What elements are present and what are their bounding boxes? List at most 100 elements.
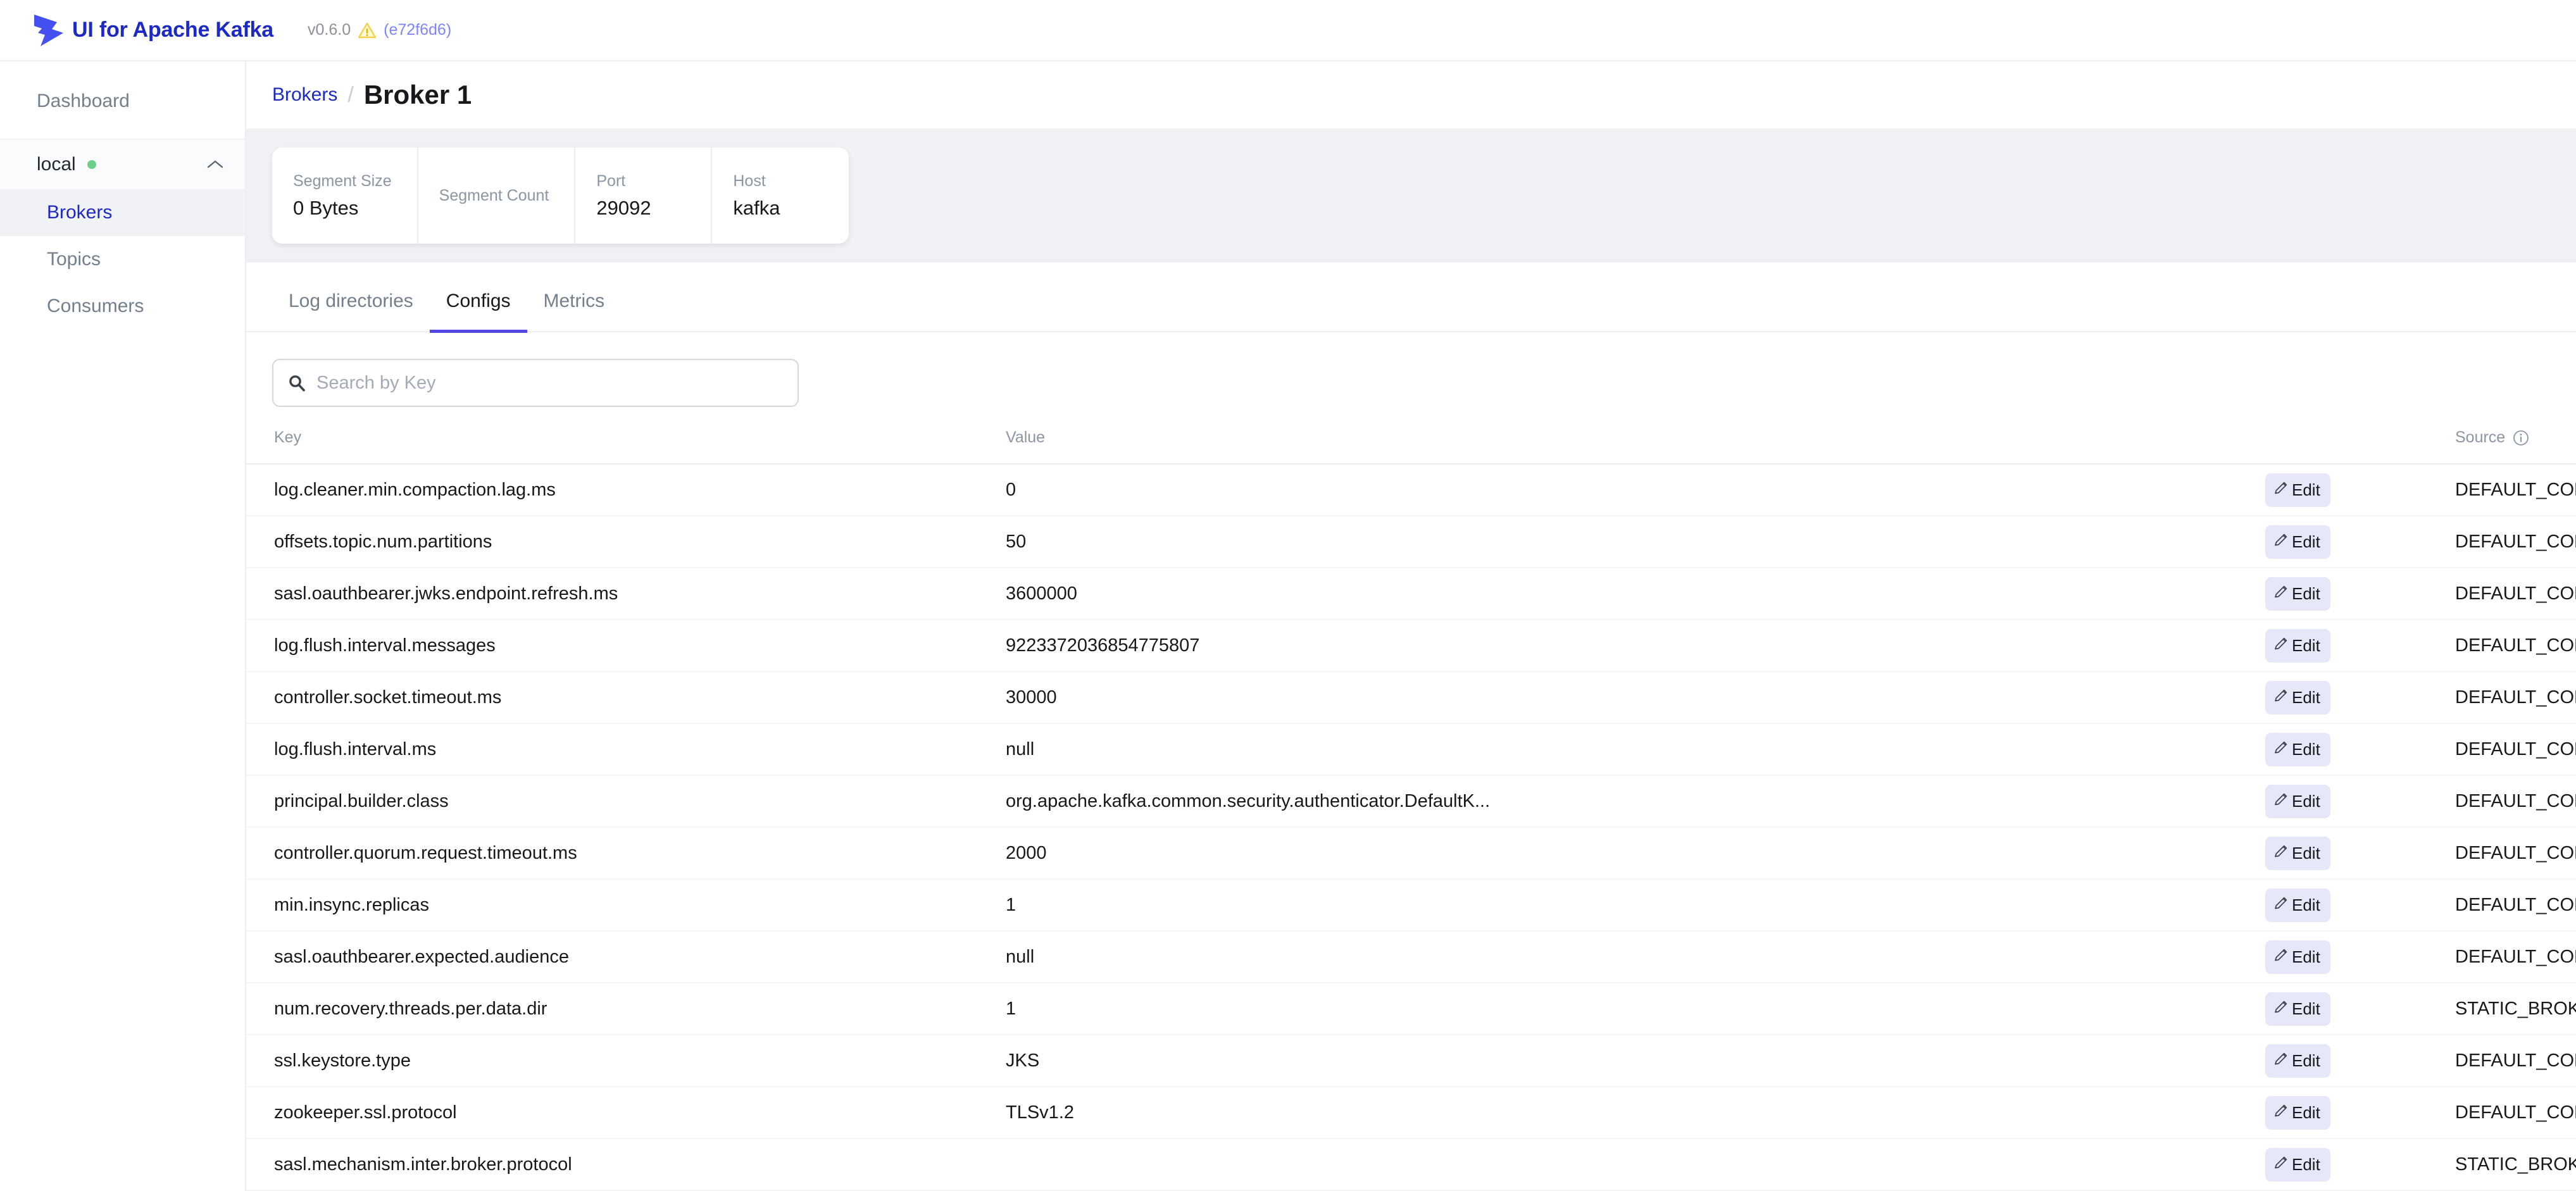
table-row: num.recovery.threads.per.data.dir1EditST… — [246, 983, 2576, 1035]
column-header-source-label: Source — [2455, 428, 2505, 447]
edit-button[interactable]: Edit — [2265, 1044, 2330, 1078]
cluster-name: local — [37, 154, 76, 175]
config-source: STATIC_BROKER_CONFIG — [2455, 1138, 2576, 1190]
config-value: 1 — [1006, 983, 2265, 1035]
config-value: 0 — [1006, 464, 2265, 516]
tab-configs[interactable]: Configs — [430, 268, 527, 333]
config-value: TLSv1.2 — [1006, 1087, 2265, 1138]
edit-button[interactable]: Edit — [2265, 577, 2330, 611]
config-source: DEFAULT_CONFIG — [2455, 931, 2576, 983]
configs-table: Key Value Source — [246, 428, 2576, 1191]
config-key: zookeeper.ssl.protocol — [246, 1087, 1006, 1138]
config-key: ssl.keystore.type — [246, 1035, 1006, 1087]
config-source: DEFAULT_CONFIG — [2455, 516, 2576, 568]
config-key: sasl.oauthbearer.jwks.endpoint.refresh.m… — [246, 568, 1006, 620]
edit-button[interactable]: Edit — [2265, 1096, 2330, 1130]
main-content: Brokers / Broker 1 Segment Size 0 Bytes … — [246, 61, 2576, 1191]
config-key: controller.quorum.request.timeout.ms — [246, 827, 1006, 879]
config-key: log.flush.interval.ms — [246, 723, 1006, 775]
config-key: min.insync.replicas — [246, 879, 1006, 931]
edit-button[interactable]: Edit — [2265, 681, 2330, 714]
edit-button[interactable]: Edit — [2265, 733, 2330, 766]
config-source: DEFAULT_CONFIG — [2455, 464, 2576, 516]
version-text: v0.6.0 — [308, 21, 351, 39]
metric-label: Host — [733, 172, 823, 190]
edit-button[interactable]: Edit — [2265, 629, 2330, 663]
search-input[interactable] — [316, 373, 784, 394]
metric-value: kafka — [733, 197, 823, 220]
table-row: offsets.topic.num.partitions50 Edit DEFAUL… — [246, 516, 2576, 568]
search-box[interactable] — [272, 359, 799, 407]
config-key: controller.socket.timeout.ms — [246, 671, 1006, 723]
info-circle-icon[interactable] — [2513, 430, 2529, 446]
pencil-icon — [2273, 947, 2289, 968]
config-source: DEFAULT_CONFIG — [2455, 671, 2576, 723]
tabs-row: Log directories Configs Metrics — [246, 268, 2576, 332]
sidebar-item-dashboard[interactable]: Dashboard — [0, 79, 245, 123]
kafka-ui-logo[interactable] — [27, 12, 66, 49]
edit-button[interactable]: Edit — [2265, 889, 2330, 922]
cluster-block: local Brokers Topics Consumers — [0, 139, 245, 330]
table-row: sasl.oauthbearer.jwks.endpoint.refresh.m… — [246, 568, 2576, 620]
table-row: log.flush.interval.messages9223372036854… — [246, 620, 2576, 671]
config-value: 50 — [1006, 516, 2265, 568]
metric-card-port: Port 29092 — [575, 147, 712, 244]
sidebar-item-brokers[interactable]: Brokers — [0, 189, 245, 236]
tab-metrics[interactable]: Metrics — [527, 268, 622, 333]
table-row: ssl.keystore.typeJKSEditDEFAULT_CONFIG — [246, 1035, 2576, 1087]
config-source: DEFAULT_CONFIG — [2455, 1035, 2576, 1087]
metrics-band: Segment Size 0 Bytes Segment Count Port … — [246, 128, 2576, 263]
breadcrumb-link-brokers[interactable]: Brokers — [272, 84, 337, 106]
config-action-cell: Edit — [2265, 827, 2455, 879]
edit-button[interactable]: Edit — [2265, 1148, 2330, 1182]
breadcrumb: Brokers / Broker 1 — [246, 61, 2576, 128]
sidebar-item-consumers[interactable]: Consumers — [0, 283, 245, 330]
edit-button[interactable]: Edit — [2265, 525, 2330, 559]
config-key: sasl.mechanism.inter.broker.protocol — [246, 1138, 1006, 1190]
table-row: sasl.oauthbearer.expected.audiencenullEd… — [246, 931, 2576, 983]
configs-table-body: log.cleaner.min.compaction.lag.ms0EditDE… — [246, 464, 2576, 1190]
config-source: DEFAULT_CONFIG — [2455, 1087, 2576, 1138]
commit-hash[interactable]: (e72f6d6) — [384, 21, 451, 39]
tab-log-directories[interactable]: Log directories — [272, 268, 430, 333]
sidebar-item-topics[interactable]: Topics — [0, 236, 245, 283]
edit-button-label: Edit — [2292, 532, 2320, 552]
config-value — [1006, 1138, 2265, 1190]
edit-button-label: Edit — [2292, 584, 2320, 604]
pencil-icon — [2273, 843, 2289, 864]
config-value: null — [1006, 931, 2265, 983]
config-key: log.cleaner.min.compaction.lag.ms — [246, 464, 1006, 516]
edit-button[interactable]: Edit — [2265, 940, 2330, 974]
edit-button[interactable]: Edit — [2265, 473, 2330, 507]
brand-title[interactable]: UI for Apache Kafka — [72, 18, 273, 42]
config-value: 30000 — [1006, 671, 2265, 723]
config-key: offsets.topic.num.partitions — [246, 516, 1006, 568]
chevron-up-icon[interactable] — [207, 159, 223, 170]
edit-button-label: Edit — [2292, 999, 2320, 1019]
table-row: controller.quorum.request.timeout.ms2000… — [246, 827, 2576, 879]
config-source: DEFAULT_CONFIG — [2455, 775, 2576, 827]
pencil-icon — [2273, 532, 2289, 552]
metric-value: 29092 — [596, 197, 685, 220]
config-action-cell: Edit — [2265, 775, 2455, 827]
edit-button[interactable]: Edit — [2265, 785, 2330, 818]
config-key: sasl.oauthbearer.expected.audience — [246, 931, 1006, 983]
table-row: controller.socket.timeout.ms30000 Edit DEF… — [246, 671, 2576, 723]
page-title: Broker 1 — [364, 80, 472, 110]
pencil-icon — [2273, 1154, 2289, 1175]
table-row: log.flush.interval.msnullEditDEFAULT_CON… — [246, 723, 2576, 775]
page-layout: Dashboard local Brokers Topics Consumers… — [0, 61, 2576, 1191]
config-action-cell: Edit — [2265, 516, 2455, 568]
edit-button[interactable]: Edit — [2265, 992, 2330, 1026]
metric-label: Segment Count — [439, 187, 549, 205]
config-source: DEFAULT_CONFIG — [2455, 723, 2576, 775]
edit-button-label: Edit — [2292, 688, 2320, 708]
edit-button-label: Edit — [2292, 895, 2320, 915]
config-value: 1 — [1006, 879, 2265, 931]
table-row: sasl.mechanism.inter.broker.protocol Edit… — [246, 1138, 2576, 1190]
config-value: 3600000 — [1006, 568, 2265, 620]
edit-button[interactable]: Edit — [2265, 837, 2330, 870]
config-source: STATIC_BROKER_CONFIG — [2455, 983, 2576, 1035]
cluster-header-local[interactable]: local — [0, 139, 245, 189]
config-value: org.apache.kafka.common.security.authent… — [1006, 775, 2265, 827]
